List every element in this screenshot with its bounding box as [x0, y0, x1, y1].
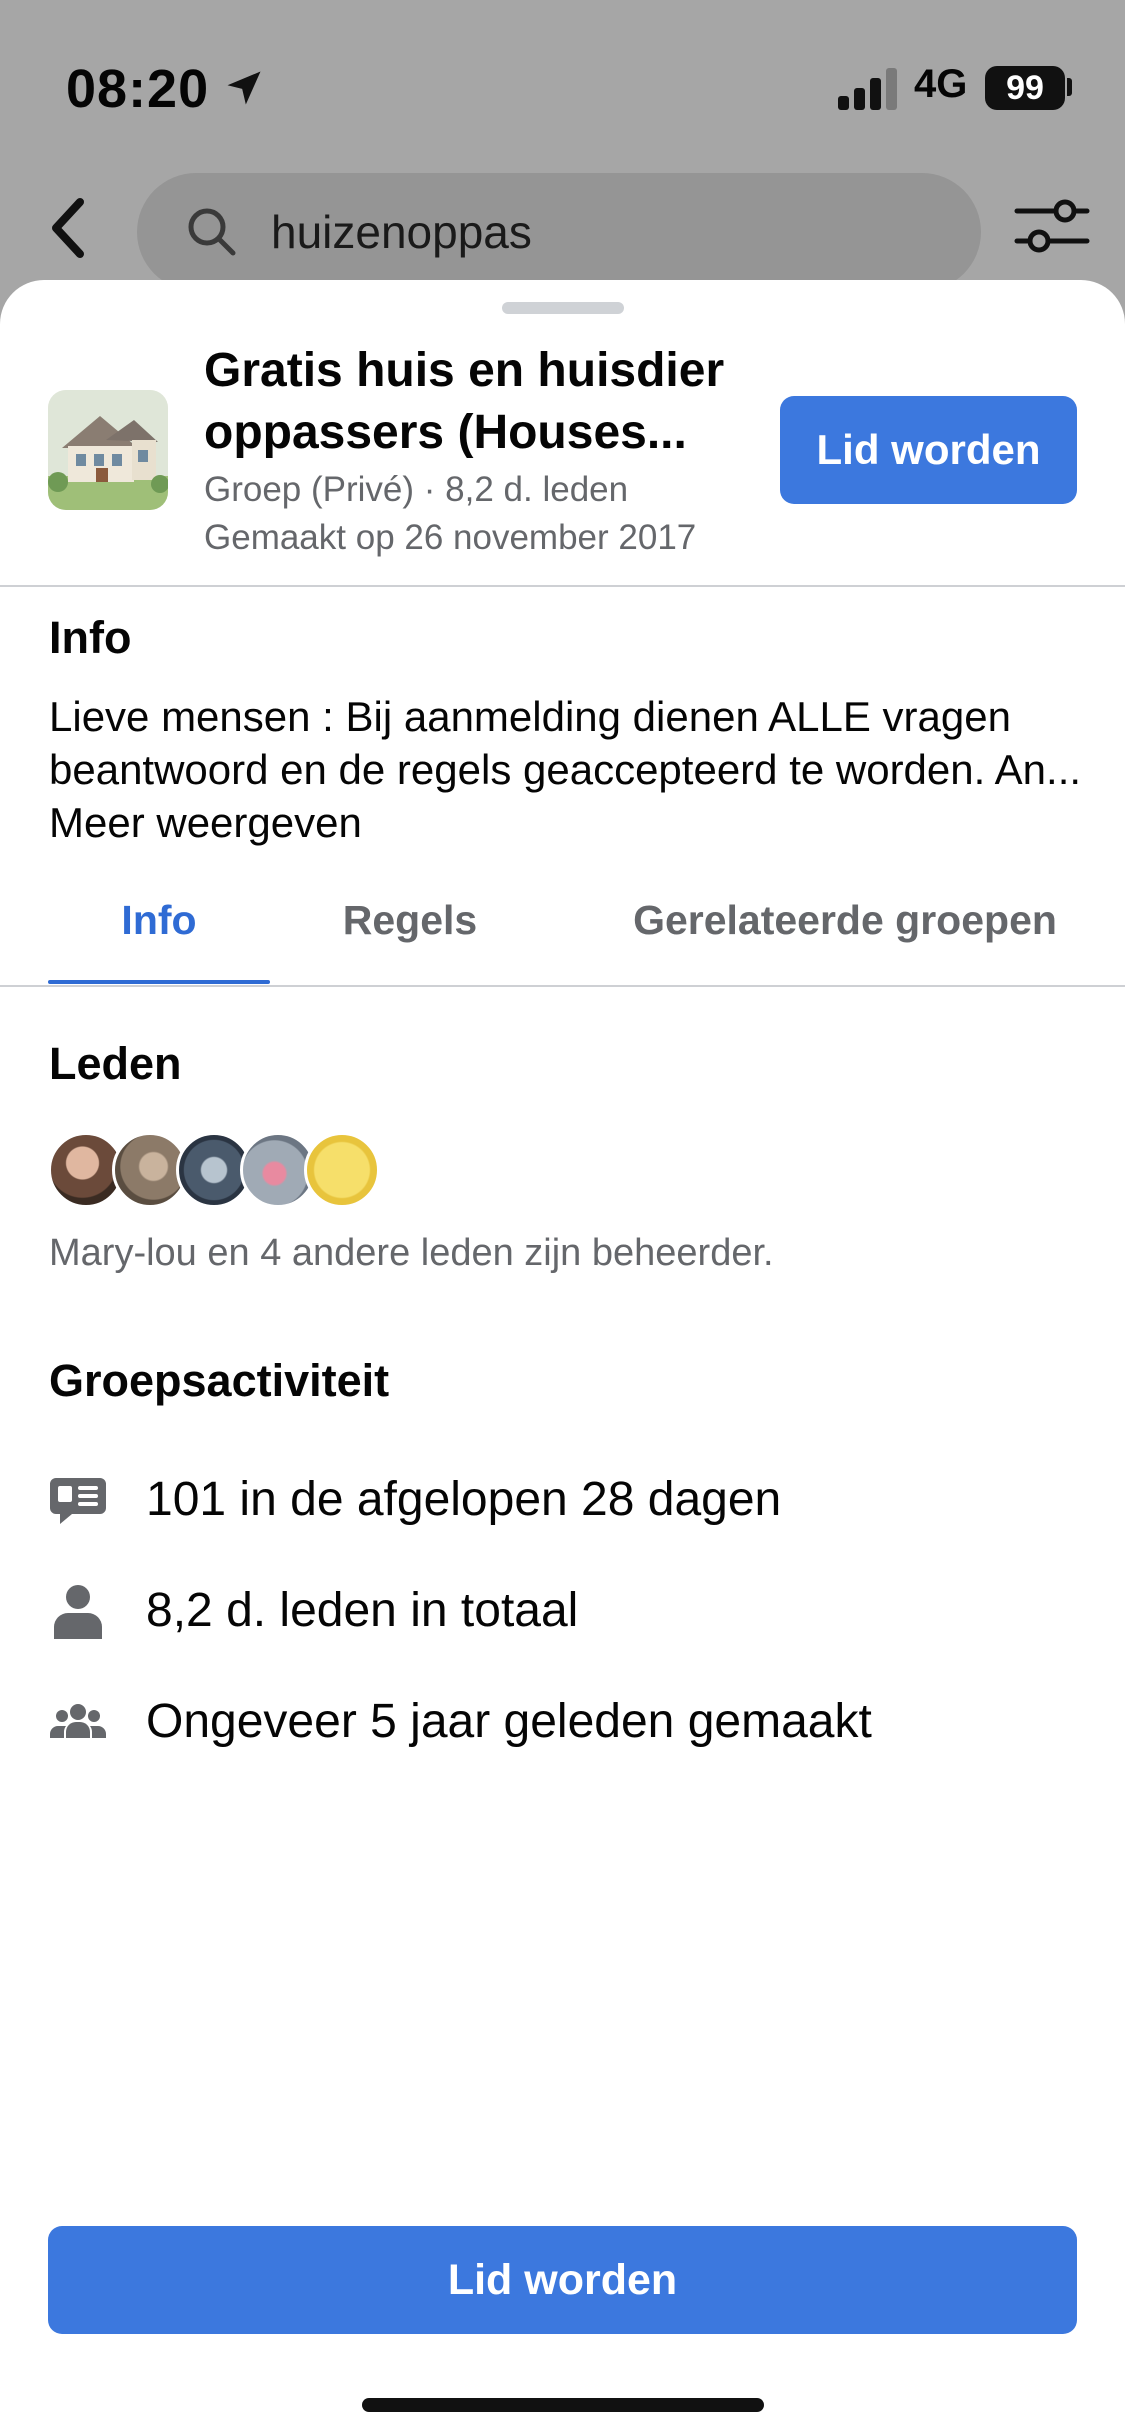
tab-bar: Info Regels Gerelateerde groepen [0, 880, 1125, 988]
activity-row-members: 8,2 d. leden in totaal [0, 1569, 1125, 1649]
admins-summary[interactable]: Mary-lou en 4 andere leden zijn beheerde… [49, 1232, 774, 1275]
sheet-grabber[interactable] [502, 302, 624, 314]
group-preview-sheet: Gratis huis en huisdier oppassers (House… [0, 280, 1125, 2436]
search-query: huizenoppas [271, 206, 532, 258]
filter-sliders-icon[interactable] [1013, 195, 1091, 259]
divider [0, 985, 1125, 987]
group-privacy-members: Groep (Privé) · 8,2 d. leden [204, 470, 629, 509]
activity-created-text: Ongeveer 5 jaar geleden gemaakt [146, 1695, 872, 1748]
tab-related-groups[interactable]: Gerelateerde groepen [600, 880, 1090, 984]
group-meta: Groep (Privé) · 8,2 d. leden Gemaakt op … [204, 466, 696, 562]
status-bar: 08:20 4G 99 [0, 0, 1125, 170]
status-time: 08:20 [66, 59, 210, 119]
info-description[interactable]: Lieve mensen : Bij aanmelding dienen ALL… [49, 690, 1089, 849]
divider [0, 585, 1125, 587]
back-chevron-icon[interactable] [40, 190, 104, 266]
activity-row-posts: 101 in de afgelopen 28 dagen [0, 1458, 1125, 1538]
group-title[interactable]: Gratis huis en huisdier oppassers (House… [204, 340, 764, 464]
activity-posts-text: 101 in de afgelopen 28 dagen [146, 1473, 782, 1526]
admin-avatars[interactable] [48, 1132, 388, 1208]
tab-rules[interactable]: Regels [300, 880, 520, 984]
home-indicator [362, 2398, 764, 2412]
join-group-button[interactable]: Lid worden [780, 396, 1077, 504]
members-heading: Leden [49, 1038, 182, 1089]
info-heading: Info [49, 612, 132, 663]
group-cover-image[interactable] [48, 390, 168, 510]
group-created-date: Gemaakt op 26 november 2017 [204, 518, 697, 557]
search-icon [188, 208, 236, 256]
group-people-icon [50, 1704, 106, 1738]
person-icon [54, 1585, 102, 1639]
activity-members-text: 8,2 d. leden in totaal [146, 1584, 579, 1637]
activity-row-created: Ongeveer 5 jaar geleden gemaakt [0, 1680, 1125, 1760]
battery-icon: 99 [985, 66, 1065, 110]
group-activity-heading: Groepsactiviteit [49, 1355, 390, 1406]
tab-info[interactable]: Info [48, 880, 270, 984]
join-group-bottom-button[interactable]: Lid worden [48, 2226, 1077, 2334]
network-type: 4G [914, 62, 968, 106]
signal-bars-icon [838, 68, 897, 110]
search-input[interactable]: huizenoppas [137, 173, 981, 291]
active-tab-indicator [48, 980, 270, 984]
location-arrow-icon [227, 71, 261, 105]
battery-tip [1067, 78, 1072, 96]
avatar[interactable] [304, 1132, 380, 1208]
chat-bubble-icon [50, 1478, 106, 1524]
